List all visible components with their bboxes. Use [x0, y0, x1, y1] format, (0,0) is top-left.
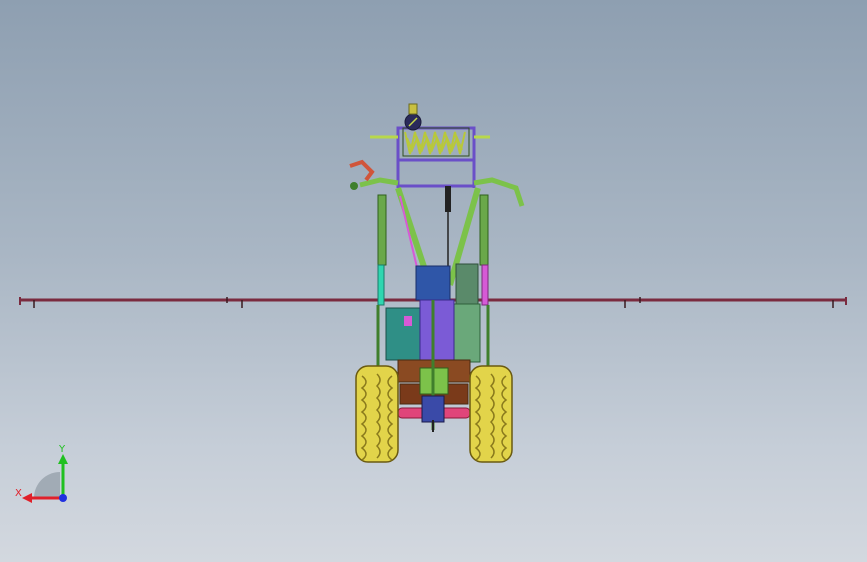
hose-reel	[370, 103, 490, 188]
left-wheel	[355, 365, 399, 463]
engine-body	[385, 263, 481, 432]
triad-plane	[34, 472, 60, 498]
y-axis-label: Y	[58, 444, 66, 455]
z-axis-dot	[59, 494, 67, 502]
coordinate-triad: Y X	[15, 444, 68, 503]
x-axis-label: X	[15, 488, 22, 499]
cad-viewport[interactable]: Y X	[0, 0, 867, 562]
right-wheel	[469, 365, 513, 463]
sprayer-model[interactable]	[0, 0, 867, 562]
